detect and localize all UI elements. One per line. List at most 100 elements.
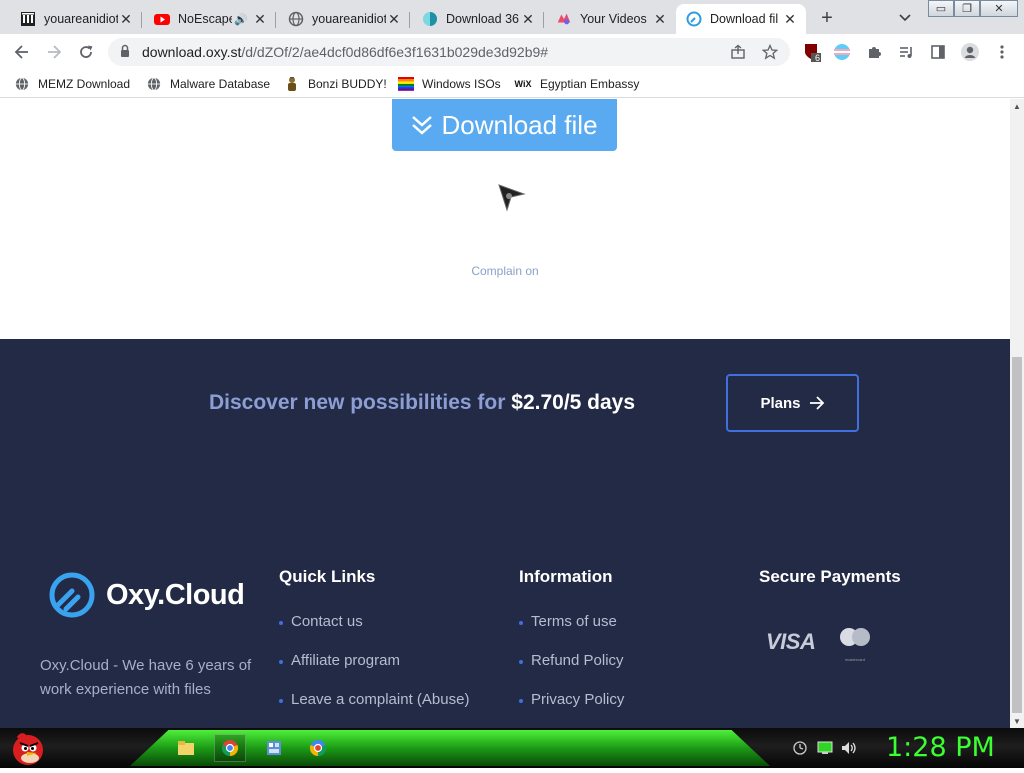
scroll-up-arrow-icon[interactable]: ▲ (1010, 99, 1024, 113)
footer-link-terms-of-use[interactable]: Terms of use (519, 613, 624, 652)
close-icon[interactable]: ✕ (782, 11, 798, 27)
logo-text: Oxy.Cloud (106, 578, 245, 611)
bookmark-egyptian-embassy[interactable]: WiX Egyptian Embassy (514, 75, 640, 93)
tab-title: NoEscape (178, 12, 233, 26)
secure-payments-column: Secure Payments (759, 567, 901, 613)
tab-title: youareanidiot (312, 12, 386, 26)
new-tab-button[interactable]: + (814, 6, 840, 30)
bullet-icon (519, 621, 523, 625)
bookmark-label: Egyptian Embassy (540, 77, 640, 91)
site-footer: Discover new possibilities for $2.70/5 d… (0, 339, 1010, 728)
address-bar[interactable]: download.oxy.st/d/dZOf/2/ae4dcf0d86df6e3… (108, 38, 790, 66)
network-icon[interactable] (817, 740, 833, 756)
oxycloud-logo-icon (49, 572, 95, 618)
globe-icon (14, 76, 30, 92)
tray-clock-icon[interactable] (792, 740, 808, 756)
close-icon[interactable]: ✕ (252, 11, 268, 27)
tab-your-videos[interactable]: Your Videos ✕ (546, 4, 676, 34)
chrome-canary-icon[interactable] (302, 734, 334, 762)
plans-button-label: Plans (760, 394, 801, 412)
close-window-button[interactable]: ✕ (980, 0, 1018, 17)
archive-icon (20, 11, 36, 27)
taskbar-clock[interactable]: 1:28 PM (886, 732, 995, 763)
scrollbar-thumb[interactable] (1012, 357, 1022, 713)
bullet-icon (519, 660, 523, 664)
page-viewport: Download file Complain on Discover new p… (0, 99, 1010, 728)
bookmark-label: Bonzi BUDDY! (308, 77, 387, 91)
close-icon[interactable]: ✕ (386, 11, 402, 27)
chrome-icon[interactable] (214, 734, 246, 762)
about-text: Oxy.Cloud - We have 6 years of work expe… (40, 657, 252, 698)
speaker-icon[interactable]: 🔊 (234, 13, 248, 26)
footer-link-affiliate-program[interactable]: Affiliate program (279, 652, 469, 691)
bookmark-memz-download[interactable]: MEMZ Download (14, 75, 130, 93)
start-button[interactable] (8, 728, 48, 768)
footer-link-privacy-policy[interactable]: Privacy Policy (519, 691, 624, 728)
tab-search-button[interactable] (894, 8, 916, 28)
back-arrow-icon (14, 45, 28, 59)
oxycloud-logo[interactable]: Oxy.Cloud (48, 571, 245, 619)
scroll-down-arrow-icon[interactable]: ▼ (1010, 714, 1024, 728)
extensions-puzzle-icon[interactable] (864, 42, 884, 62)
lock-icon (121, 44, 129, 57)
close-icon[interactable]: ✕ (520, 11, 536, 27)
promo-banner: Discover new possibilities for $2.70/5 d… (209, 391, 635, 415)
media-control-icon[interactable] (896, 42, 916, 62)
footer-link-leave-complaint[interactable]: Leave a complaint (Abuse) (279, 691, 469, 728)
complain-link[interactable]: Complain on (0, 264, 1010, 278)
windows-flag-icon (398, 76, 414, 92)
bookmark-label: MEMZ Download (38, 77, 131, 91)
minimize-button[interactable]: ▭ (928, 0, 954, 17)
flag-extension-icon[interactable] (832, 42, 852, 62)
url-text[interactable]: download.oxy.st/d/dZOf/2/ae4dcf0d86df6e3… (142, 44, 548, 60)
tab-download-36[interactable]: Download 36 ✕ (412, 4, 544, 34)
taskbar: 1:28 PM (0, 728, 1024, 768)
plans-button[interactable]: Plans (726, 374, 859, 432)
tab-title: Your Videos (580, 12, 647, 26)
video-site-icon (556, 11, 572, 27)
download-button-label: Download file (441, 109, 598, 140)
angry-bird-start-icon (13, 733, 43, 765)
page-scrollbar[interactable]: ▲ ▼ (1010, 99, 1024, 728)
close-icon[interactable]: ✕ (118, 11, 134, 27)
close-icon[interactable]: ✕ (652, 11, 668, 27)
reload-button[interactable] (74, 40, 98, 64)
tab-youareanidiot-2[interactable]: youareanidiot ✕ (278, 4, 410, 34)
footer-link-contact-us[interactable]: Contact us (279, 613, 469, 652)
restore-button[interactable]: ❐ (954, 0, 980, 17)
tab-download-file[interactable]: Download fil ✕ (676, 4, 806, 34)
tab-title: Download 36 (446, 12, 519, 26)
quick-links-heading: Quick Links (279, 567, 376, 586)
tab-youareanidiot-1[interactable]: youareanidiot ✕ (10, 4, 142, 34)
secure-payments-heading: Secure Payments (759, 567, 901, 586)
bonzi-icon (284, 76, 300, 92)
reload-icon (80, 45, 93, 58)
promo-price: $2.70/5 days (511, 391, 636, 414)
browser-toolbar: download.oxy.st/d/dZOf/2/ae4dcf0d86df6e3… (0, 34, 1024, 70)
double-chevron-down-icon (412, 116, 433, 135)
ublock-extension-icon[interactable]: 6 (802, 42, 822, 63)
menu-kebab-icon[interactable] (992, 42, 1012, 62)
download-file-button[interactable]: Download file (392, 99, 617, 151)
control-panel-icon[interactable] (258, 734, 290, 762)
share-icon[interactable] (728, 42, 748, 62)
information-heading: Information (519, 567, 613, 586)
forward-button[interactable] (42, 40, 66, 64)
back-button[interactable] (10, 40, 34, 64)
bookmark-bonzi-buddy[interactable]: Bonzi BUDDY! (284, 75, 387, 93)
explorer-icon[interactable] (170, 734, 202, 762)
profile-avatar-icon[interactable] (960, 42, 980, 62)
tab-noescape[interactable]: NoEscape 🔊 ✕ (144, 4, 276, 34)
mouse-cursor-icon (498, 184, 526, 212)
bullet-icon (279, 699, 283, 703)
youtube-icon (154, 11, 170, 27)
bullet-icon (279, 621, 283, 625)
bookmark-star-icon[interactable] (760, 42, 780, 62)
forward-arrow-icon (48, 45, 62, 59)
side-panel-icon[interactable] (928, 42, 948, 62)
bookmark-malware-database[interactable]: Malware Database (146, 75, 270, 93)
bullet-icon (279, 660, 283, 664)
footer-link-refund-policy[interactable]: Refund Policy (519, 652, 624, 691)
volume-icon[interactable] (841, 740, 857, 756)
bookmark-windows-isos[interactable]: Windows ISOs (398, 75, 501, 93)
